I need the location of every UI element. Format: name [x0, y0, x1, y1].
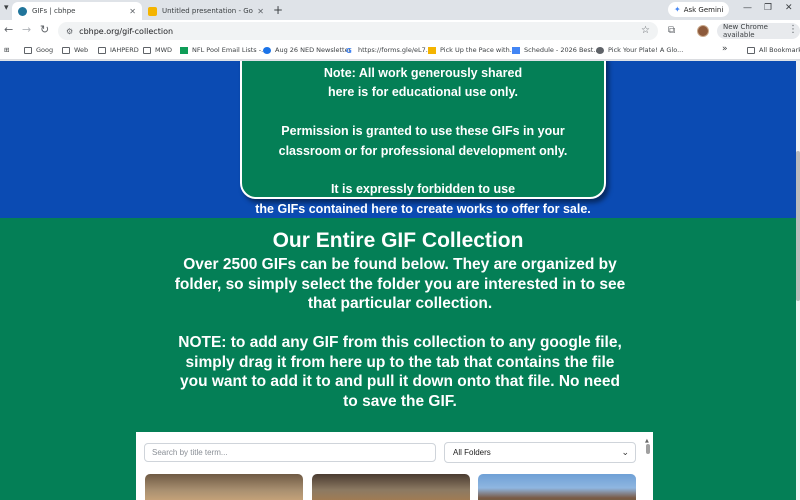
bookmarks-bar: ⊞ Goog Web IAHPERD MWD NFL Pool Email Li… [0, 42, 800, 60]
gemini-icon: ✦ [674, 5, 681, 14]
notice-line: Permission is granted to use these GIFs … [281, 124, 565, 139]
browser-toolbar: ← → ↻ ⚙ cbhpe.org/gif-collection ☆ ⧉ New… [0, 20, 800, 42]
ask-gemini-label: Ask Gemini [683, 5, 724, 14]
menu-icon[interactable]: ⋮ [788, 24, 798, 35]
google-icon: G [346, 46, 352, 55]
bookmark-ned-newsletter[interactable]: Aug 26 NED Newsletter [263, 46, 351, 54]
notice-line: It is expressly forbidden to use [330, 182, 516, 197]
bookmark-label: NFL Pool Email Lists -... [192, 46, 268, 54]
reload-icon[interactable]: ↻ [40, 24, 49, 36]
page-scrollbar[interactable] [796, 61, 800, 500]
minimize-icon[interactable]: — [743, 3, 752, 13]
tab-title: GIFs | cbhpe [32, 7, 76, 15]
search-input[interactable] [144, 443, 436, 462]
collection-title: Our Entire GIF Collection [272, 229, 524, 252]
bookmark-nfl-pool[interactable]: NFL Pool Email Lists -... [180, 46, 267, 54]
bookmark-label: Schedule - 2026 Best... [524, 46, 600, 54]
ask-gemini-button[interactable]: ✦ Ask Gemini [668, 2, 730, 17]
gif-thumbnail[interactable] [478, 474, 636, 500]
description-line: that particular collection. [307, 295, 493, 312]
site-icon [263, 46, 271, 54]
folder-icon [24, 46, 32, 54]
bookmark-goog[interactable]: Goog [24, 46, 53, 54]
bookmark-google-form[interactable]: G https://forms.gle/eL7... [346, 46, 432, 55]
new-tab-button[interactable]: + [273, 3, 283, 17]
bookmark-iahperd[interactable]: IAHPERD [98, 46, 139, 54]
folder-icon [62, 46, 70, 54]
usage-notice-box: Note: All work generously shared here is… [240, 61, 606, 216]
bookmark-label: Aug 26 NED Newsletter [275, 46, 352, 54]
notice-line: here is for educational use only. [327, 85, 519, 100]
bookmark-label: Pick Your Plate! A Glo... [608, 46, 684, 54]
bookmark-web[interactable]: Web [62, 46, 88, 54]
slides-icon [148, 6, 157, 16]
folder-select[interactable]: All Folders ⌄ [444, 442, 636, 463]
back-icon[interactable]: ← [4, 24, 13, 36]
tab-search-icon[interactable]: ▾ [4, 3, 9, 13]
notice-line: classroom or for professional developmen… [278, 143, 568, 158]
folder-icon [98, 46, 106, 54]
description-line: you want to add it to and pull it down o… [180, 373, 620, 390]
window-close-icon[interactable]: ✕ [785, 3, 793, 13]
bookmark-label: https://forms.gle/eL7... [358, 46, 432, 54]
tab-untitled-presentation[interactable]: Untitled presentation - Google Sl... ✕ [142, 2, 270, 20]
docs-icon [512, 46, 520, 54]
folder-icon [143, 46, 151, 54]
page-viewport: Note: All work generously shared here is… [0, 61, 800, 500]
bookmark-label: Pick Up the Pace with... [440, 46, 516, 54]
gif-thumbnail[interactable] [312, 474, 470, 500]
description-line: Over 2500 GIFs can be found below. They … [183, 256, 617, 273]
bookmark-schedule[interactable]: Schedule - 2026 Best... [512, 46, 600, 54]
all-bookmarks-button[interactable]: All Bookmarks [747, 46, 800, 54]
site-info-icon[interactable]: ⚙ [66, 27, 73, 36]
bookmark-pick-your-plate[interactable]: Pick Your Plate! A Glo... [596, 46, 683, 54]
tab-gifs-cbhpe[interactable]: GIFs | cbhpe ✕ [12, 2, 142, 20]
avatar[interactable] [697, 25, 709, 37]
description-line: folder, so simply select the folder you … [174, 275, 626, 293]
restore-icon[interactable]: ❐ [764, 3, 772, 13]
site-icon [596, 46, 604, 54]
description-line: NOTE: to add any GIF from this collectio… [178, 334, 622, 351]
page-scroll-thumb[interactable] [796, 151, 800, 301]
gallery-scrollbar[interactable]: ▲ [645, 438, 651, 500]
description-line: to save the GIF. [343, 392, 457, 410]
apps-icon[interactable]: ⊞ [4, 46, 9, 54]
folder-icon [747, 46, 755, 54]
bookmark-pick-up-the-pace[interactable]: Pick Up the Pace with... [428, 46, 516, 54]
tab-title: Untitled presentation - Google Sl... [162, 7, 253, 15]
description-line: simply drag it from here up to the tab t… [185, 353, 615, 371]
notice-line: Note: All work generously shared [323, 66, 523, 80]
bookmark-mwd[interactable]: MWD [143, 46, 172, 54]
bookmark-label: Web [74, 46, 89, 54]
bookmark-label: IAHPERD [110, 46, 139, 54]
notice-line: the GIFs contained here to create works … [255, 201, 591, 216]
gallery-scroll-thumb[interactable] [646, 444, 650, 454]
bookmark-star-icon[interactable]: ☆ [641, 25, 650, 36]
folder-select-value: All Folders [453, 448, 491, 457]
extensions-icon[interactable]: ⧉ [668, 25, 675, 36]
all-bookmarks-label: All Bookmarks [759, 46, 800, 54]
sheets-icon [180, 46, 188, 54]
tab-strip: ▾ GIFs | cbhpe ✕ Untitled presentation -… [0, 0, 800, 20]
slides-icon [428, 46, 436, 54]
gif-thumbnail[interactable] [145, 474, 303, 500]
close-icon[interactable]: ✕ [129, 7, 136, 16]
collection-description: Over 2500 GIFs can be found below. They … [150, 255, 650, 411]
wordpress-icon [18, 6, 27, 16]
bookmark-label: Goog [36, 46, 54, 54]
address-bar[interactable]: ⚙ cbhpe.org/gif-collection ☆ [58, 22, 658, 40]
close-icon[interactable]: ✕ [257, 7, 264, 16]
forward-icon[interactable]: → [22, 24, 31, 36]
gif-gallery: All Folders ⌄ ▲ [136, 432, 653, 500]
bookmark-label: MWD [155, 46, 173, 54]
more-bookmarks-button[interactable]: » [722, 44, 728, 54]
chevron-down-icon: ⌄ [621, 447, 629, 457]
url-text: cbhpe.org/gif-collection [79, 26, 174, 36]
